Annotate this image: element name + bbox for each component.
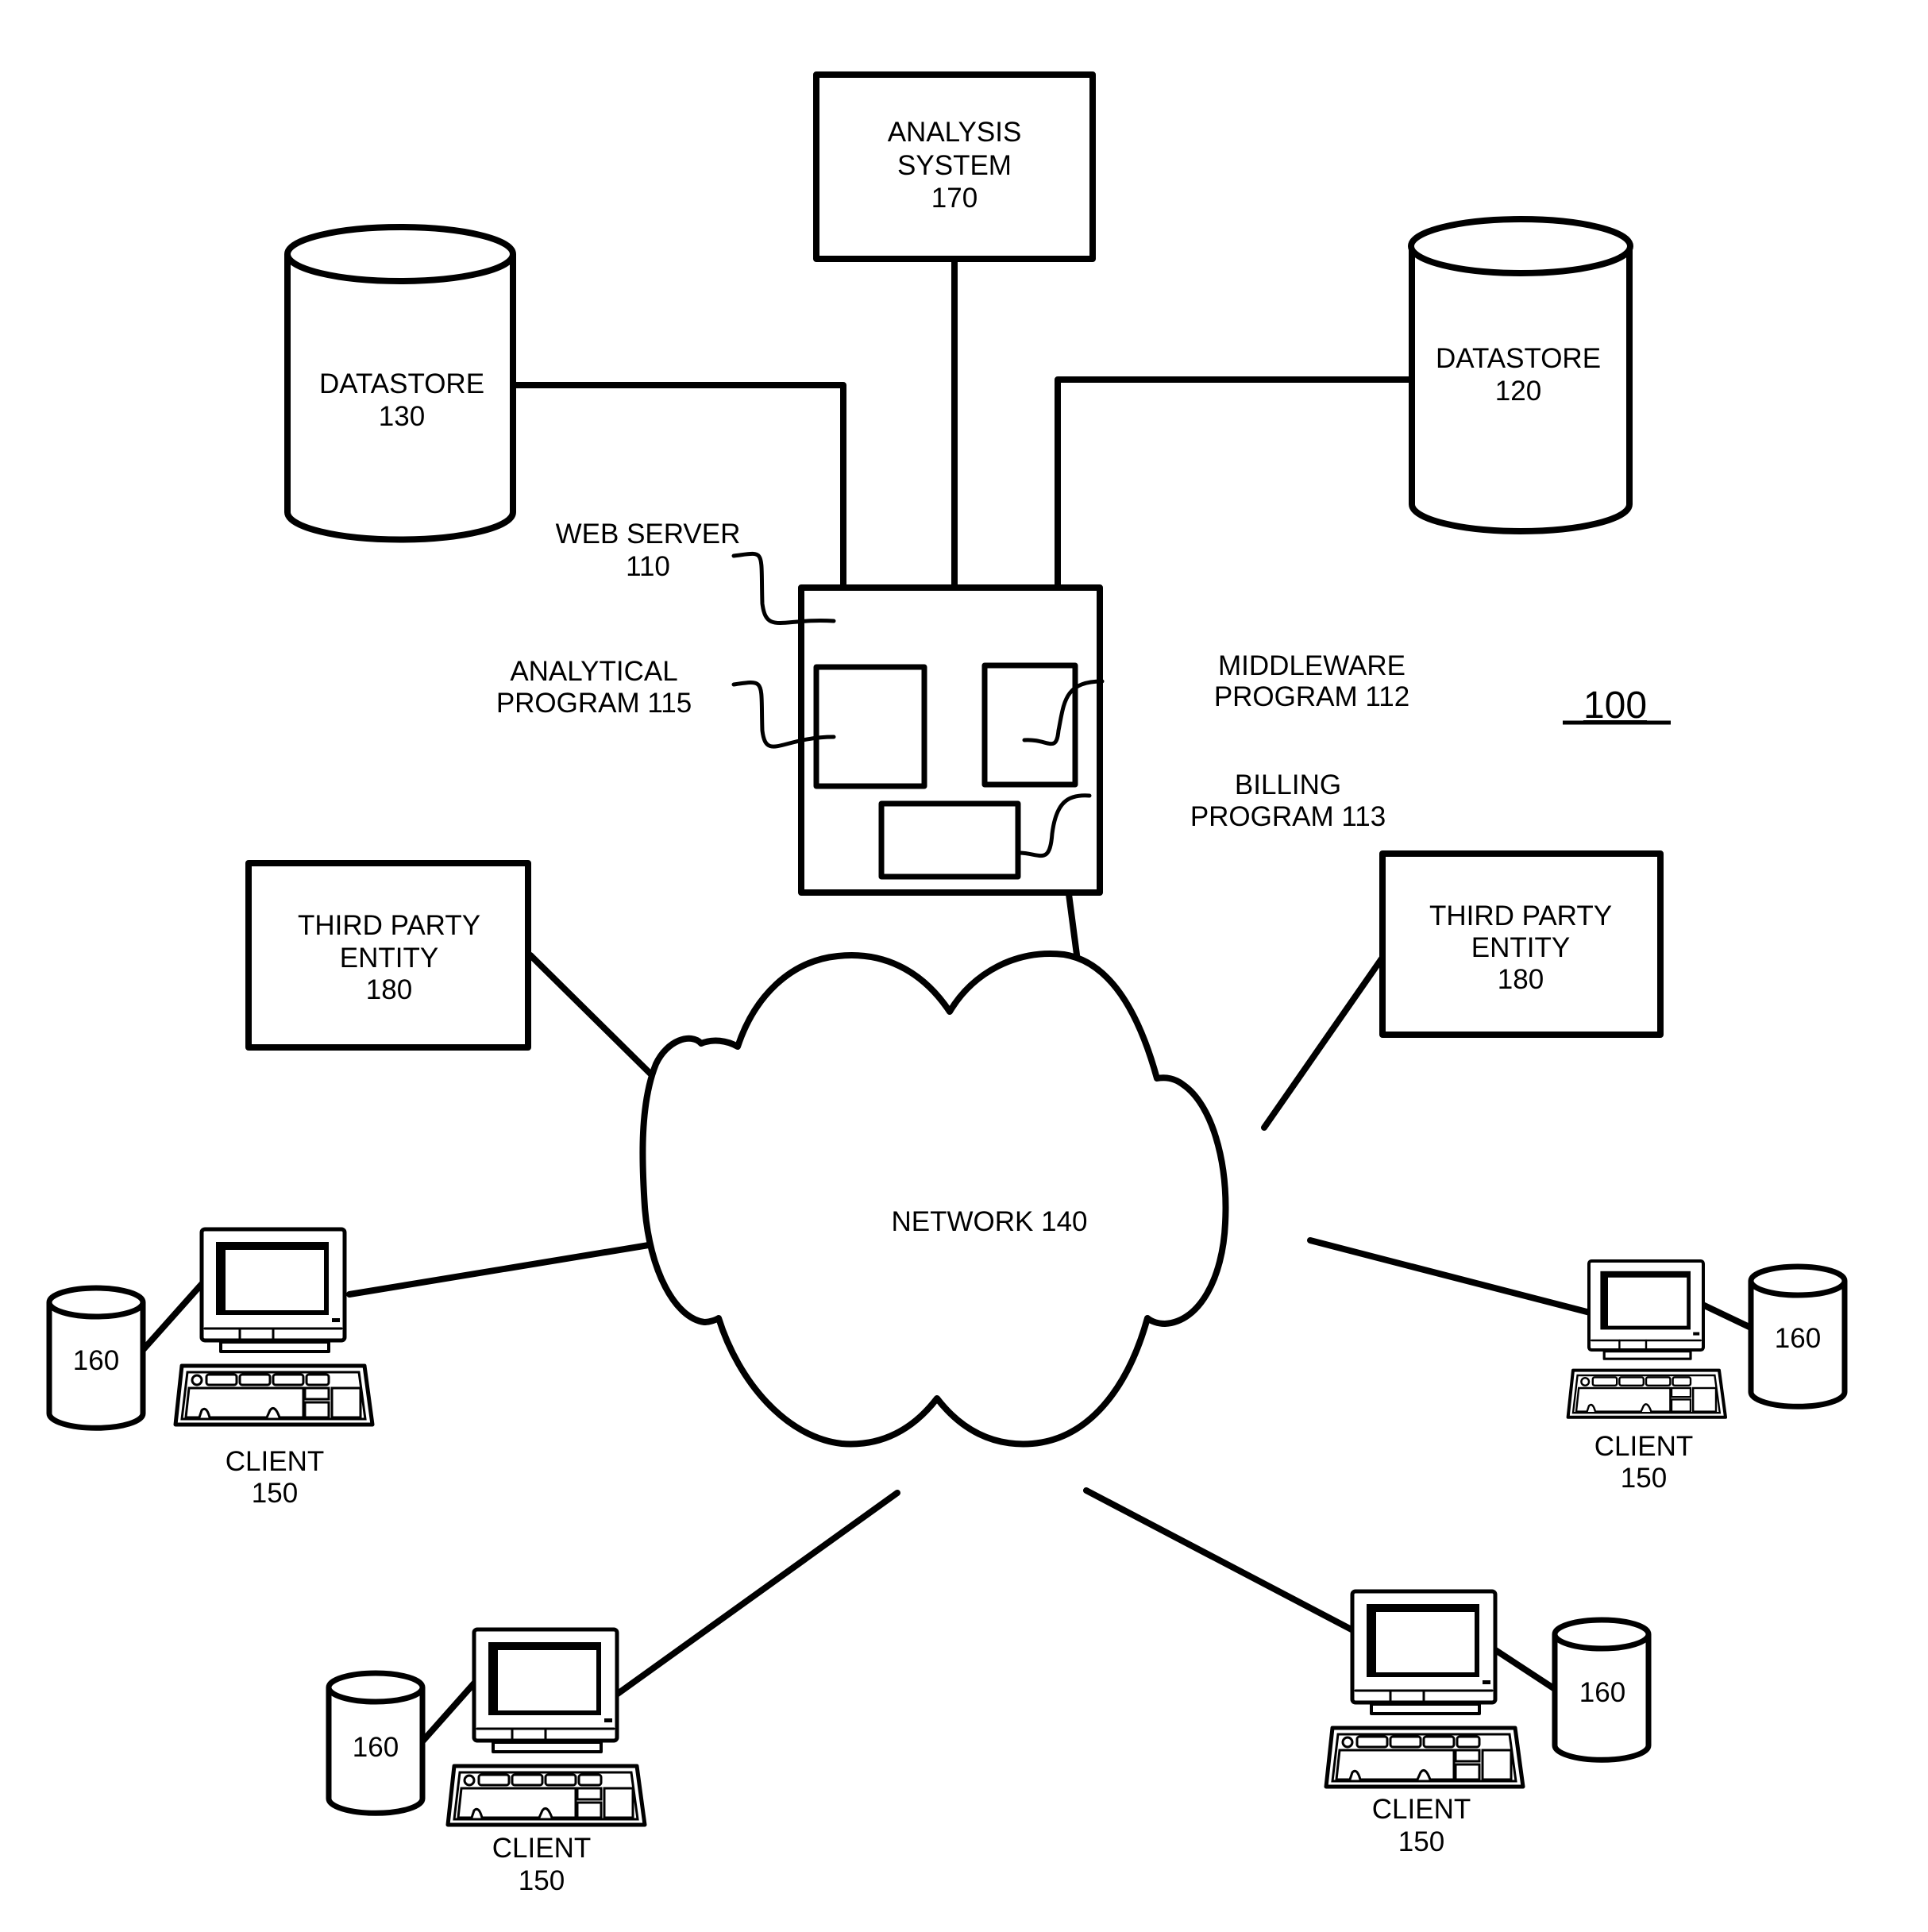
middleware-program-label-line1: MIDDLEWARE (1218, 650, 1406, 681)
client-label: CLIENT (492, 1833, 591, 1864)
middleware-program-label-line2: PROGRAM 112 (1214, 681, 1409, 712)
client-number: 150 (1398, 1826, 1444, 1857)
desktop-computer-icon (1568, 1261, 1726, 1417)
third-party-left-line1: THIRD PARTY (298, 910, 480, 941)
datastore-120[interactable]: DATASTORE 120 (1408, 216, 1633, 534)
web-server-label-line2: 110 (626, 551, 670, 582)
link-client-left-network (346, 1240, 666, 1298)
storage-label: 160 (73, 1345, 119, 1376)
billing-program-label-line1: BILLING (1235, 769, 1341, 800)
client-bottom-right[interactable]: 160 CLIENT 150 (1326, 1591, 1652, 1857)
desktop-computer-icon (175, 1229, 372, 1425)
link-client-bottomleft-storage (419, 1675, 482, 1745)
middleware-program-box[interactable] (981, 662, 1078, 788)
link-thirdparty-right-network (1261, 950, 1389, 1131)
third-party-entity-right[interactable]: THIRD PARTY ENTITY 180 (1379, 850, 1664, 1038)
analysis-system-box[interactable]: ANALYSIS SYSTEM 170 (813, 71, 1096, 262)
network-label: NETWORK 140 (892, 1206, 1088, 1237)
desktop-computer-icon (448, 1629, 645, 1825)
client-number: 150 (1621, 1463, 1667, 1494)
datastore-120-label: DATASTORE (1436, 343, 1601, 374)
web-server-label-line1: WEB SERVER (556, 519, 741, 550)
client-label: CLIENT (1372, 1794, 1471, 1825)
client-right[interactable]: 160 CLIENT 150 (1568, 1261, 1848, 1494)
datastore-120-number: 120 (1495, 376, 1541, 407)
analytical-program-label-line2: PROGRAM 115 (496, 688, 692, 719)
storage-label: 160 (353, 1732, 399, 1763)
storage-160-bottom-right[interactable]: 160 (1552, 1617, 1652, 1763)
analysis-system-label-line1: ANALYSIS (888, 117, 1022, 148)
storage-160-left[interactable]: 160 (46, 1285, 146, 1431)
client-label: CLIENT (226, 1446, 324, 1477)
link-client-right-storage (1696, 1300, 1754, 1331)
link-client-left-storage (140, 1281, 205, 1353)
figure-reference-numeral: 100 (1583, 684, 1647, 727)
client-bottom-left[interactable]: 160 CLIENT 150 (326, 1629, 645, 1896)
client-label: CLIENT (1594, 1431, 1693, 1462)
analysis-system-number: 170 (931, 183, 977, 214)
analysis-system-label-line2: SYSTEM (897, 150, 1012, 181)
link-client-right-network (1307, 1237, 1599, 1317)
third-party-left-number: 180 (366, 974, 412, 1005)
third-party-right-line2: ENTITY (1471, 932, 1570, 963)
billing-program-label-line2: PROGRAM 113 (1190, 801, 1386, 832)
third-party-right-line1: THIRD PARTY (1429, 900, 1612, 931)
third-party-entity-left[interactable]: THIRD PARTY ENTITY 180 (245, 860, 531, 1051)
link-datastore130-webserver (513, 382, 846, 591)
network-140[interactable]: NETWORK 140 (639, 951, 1229, 1448)
link-client-bottomleft-network (607, 1490, 900, 1703)
desktop-computer-icon (1326, 1591, 1523, 1787)
third-party-left-line2: ENTITY (340, 943, 438, 974)
storage-160-bottom-left[interactable]: 160 (326, 1670, 426, 1816)
client-number: 150 (252, 1478, 298, 1509)
analytical-program-box[interactable] (813, 664, 927, 789)
third-party-right-number: 180 (1498, 964, 1544, 995)
storage-label: 160 (1579, 1677, 1625, 1708)
storage-label: 160 (1775, 1323, 1821, 1354)
client-left[interactable]: 160 CLIENT 150 (46, 1229, 372, 1509)
system-diagram: ANALYSIS SYSTEM 170 DATASTORE 130 DATAST… (46, 71, 1848, 1896)
datastore-130-label: DATASTORE (319, 368, 484, 399)
link-datastore120-webserver (1055, 376, 1417, 591)
link-client-bottomright-network (1083, 1487, 1385, 1649)
client-number: 150 (519, 1865, 565, 1896)
analytical-program-label-line1: ANALYTICAL (510, 656, 677, 687)
datastore-130[interactable]: DATASTORE 130 (284, 224, 516, 543)
storage-160-right[interactable]: 160 (1748, 1263, 1848, 1409)
datastore-130-number: 130 (379, 401, 425, 432)
billing-program-box[interactable] (878, 800, 1021, 880)
